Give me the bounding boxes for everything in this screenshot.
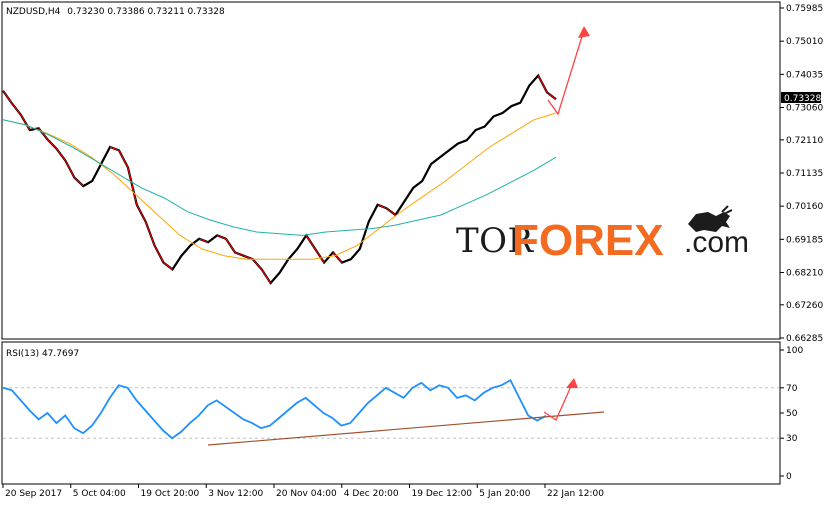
price-tick-label: 0.74035 [786,70,823,80]
rsi-tick-label: 70 [786,384,798,394]
rsi-tick-label: 30 [786,434,798,444]
rsi-tick-label: 50 [786,409,798,419]
time-tick-label: 19 Oct 20:00 [141,489,200,499]
price-tick-label: 0.75010 [786,37,823,47]
price-tick-label: 0.66285 [786,334,823,344]
rsi-panel[interactable] [1,341,781,485]
price-tick-label: 0.71135 [786,169,823,179]
price-tick-label: 0.70160 [786,202,823,212]
time-tick-label: 5 Oct 04:00 [73,489,126,499]
price-y-axis: 0.75985 0.75010 0.74035 0.73060 0.72110 0.711… [780,4,823,344]
ohlc-values: 0.73230 0.73386 0.73211 0.73328 [67,7,225,17]
current-price-label: 0.73328 [784,94,821,104]
price-tick-label: 0.72110 [786,136,823,146]
time-tick-label: 5 Jan 20:00 [479,489,531,499]
chart-canvas: TOR FOREX .com 0.759850.750100.740350.73… [1,1,823,499]
time-tick-label: 20 Nov 04:00 [276,489,337,499]
symbol-timeframe: NZDUSD,H4 [6,7,61,17]
time-x-axis: 20 Sep 2017 5 Oct 04:00 19 Oct 20:00 3 Nov … [2,484,604,499]
rsi-y-axis: 100 70 50 30 0 [780,346,803,482]
time-tick-label: 22 Jan 12:00 [547,489,604,499]
time-tick-label: 20 Sep 2017 [5,489,62,499]
rsi-tick-label: 0 [786,472,792,482]
watermark-part-b: FOREX [512,216,664,265]
price-tick-label: 0.68210 [786,269,823,279]
price-panel[interactable] [1,1,781,340]
symbol-label: NZDUSD,H4 0.73230 0.73386 0.73211 0.7332… [6,7,225,17]
time-tick-label: 19 Dec 12:00 [412,489,473,499]
rsi-label: RSI(13) 47.7697 [6,349,79,359]
price-tick-label: 0.67260 [786,301,823,311]
time-tick-label: 3 Nov 12:00 [208,489,263,499]
price-tick-label: 0.75985 [786,4,823,14]
price-tick-label: 0.73060 [786,104,823,114]
chart-window: TOR FOREX .com 0.75985 0.75010 0.74035 0.73… [0,0,824,504]
price-tick-label: 0.69185 [786,235,823,245]
time-tick-label: 4 Dec 20:00 [344,489,399,499]
rsi-tick-label: 100 [786,346,803,356]
